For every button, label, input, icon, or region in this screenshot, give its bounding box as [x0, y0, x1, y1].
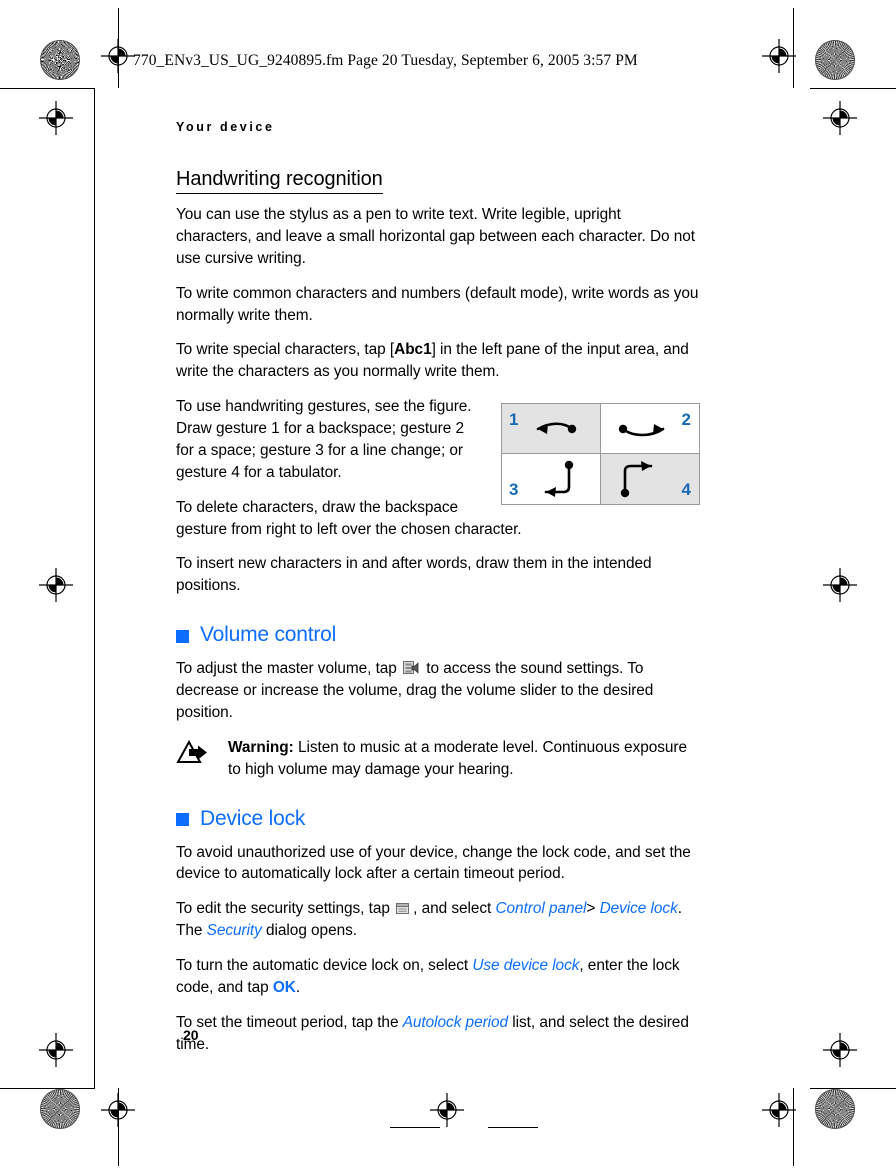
registration-mark-lower-right	[823, 1033, 857, 1067]
paragraph-timeout-period: To set the timeout period, tap the Autol…	[176, 1012, 700, 1056]
text-dialog-opens: dialog opens.	[266, 922, 357, 940]
ui-term-autolock-period[interactable]: Autolock period	[403, 1014, 508, 1031]
arrow-up-then-right-icon	[620, 461, 652, 498]
section-bullet-square-icon	[176, 629, 189, 643]
crop-line-bottom-center	[390, 1127, 440, 1128]
text-before-autolock: To set the timeout period, tap the	[176, 1013, 399, 1031]
paragraph-turn-lock-on: To turn the automatic device lock on, se…	[176, 955, 700, 999]
fm-file-header: 770_ENv3_US_UG_9240895.fm Page 20 Tuesda…	[133, 52, 638, 69]
control-panel-icon	[396, 903, 410, 915]
text-period-after-ok: .	[295, 978, 301, 996]
page-content: Your device Handwriting recognition You …	[176, 120, 700, 1056]
warning-body: Listen to music at a moderate level. Con…	[228, 738, 687, 778]
crop-line-left-bottom	[118, 1088, 119, 1166]
registration-mark-top-left	[101, 39, 135, 73]
text-before-control-panel-icon: To edit the security settings, tap	[176, 900, 390, 918]
rosette-target-top-left	[40, 40, 80, 80]
gesture-cell-1: 1	[501, 403, 602, 456]
warning-label: Warning:	[228, 738, 294, 756]
paragraph-special-characters: To write special characters, tap [Abc1] …	[176, 339, 700, 383]
gesture-cell-2: 2	[599, 403, 700, 456]
sound-settings-icon	[403, 661, 419, 675]
gesture-cell-4: 4	[599, 453, 700, 506]
paragraph-stylus-intro: You can use the stylus as a pen to write…	[176, 206, 695, 267]
rosette-target-bottom-left	[40, 1089, 80, 1129]
section-heading-volume-label: Volume control	[200, 623, 337, 647]
gesture-figure: 1 2 3 4	[501, 403, 700, 506]
ui-term-control-panel[interactable]: Control panel	[495, 900, 586, 917]
registration-mark-middle-right	[823, 568, 857, 602]
text-before-abc1: To write special characters, tap [	[176, 341, 395, 359]
section-bullet-square-icon-2	[176, 813, 189, 826]
paragraph-device-lock-intro: To avoid unauthorized use of your device…	[176, 843, 691, 883]
ui-term-device-lock[interactable]: Device lock	[600, 900, 678, 917]
paragraph-common-characters: To write common characters and numbers (…	[176, 284, 699, 324]
warning-note-text: Warning: Listen to music at a moderate l…	[228, 737, 700, 781]
crop-line-right-bottom	[793, 1088, 794, 1166]
registration-mark-lower-left	[39, 1033, 73, 1067]
registration-mark-bottom-left	[101, 1093, 135, 1127]
crop-line-bottom-right	[810, 1088, 896, 1089]
registration-mark-top-right	[762, 39, 796, 73]
running-header: Your device	[176, 120, 275, 134]
rosette-target-bottom-right	[815, 1089, 855, 1129]
crop-line-left	[118, 8, 119, 88]
ui-term-use-device-lock[interactable]: Use device lock	[472, 957, 579, 974]
section-heading-volume-control: Volume control	[176, 623, 700, 647]
text-volume-before-icon: To adjust the master volume, tap	[176, 660, 397, 678]
text-before-use-device-lock: To turn the automatic device lock on, se…	[176, 957, 469, 974]
ui-button-ok[interactable]: OK	[273, 979, 296, 996]
ui-term-security[interactable]: Security	[207, 922, 262, 939]
abc1-key-label: Abc1	[394, 341, 432, 359]
section-heading-device-lock: Device lock	[176, 807, 700, 831]
arrow-right-icon	[618, 424, 664, 437]
section-heading-device-lock-label: Device lock	[200, 806, 306, 830]
crop-line-top-right	[810, 88, 896, 89]
warning-note: Warning: Listen to music at a moderate l…	[176, 737, 700, 781]
registration-mark-upper-right	[823, 101, 857, 135]
rosette-target-top-right	[815, 40, 855, 80]
menu-separator: >	[586, 900, 596, 918]
crop-line-bottom-center-right	[488, 1127, 538, 1128]
registration-mark-upper-left	[39, 101, 73, 135]
registration-mark-middle-left	[39, 568, 73, 602]
paragraph-security-settings: To edit the security settings, tap , and…	[176, 898, 700, 942]
arrow-down-then-left-icon	[544, 460, 574, 498]
crop-line-right	[793, 8, 794, 88]
page-title: Handwriting recognition	[176, 168, 383, 194]
crop-line-bottom	[0, 1088, 95, 1089]
paragraph-insert-characters: To insert new characters in and after wo…	[176, 555, 652, 595]
crop-line-page-edge	[94, 88, 95, 1088]
page-number: 20	[183, 1027, 199, 1043]
registration-mark-bottom-right	[762, 1093, 796, 1127]
text-after-control-panel-icon: , and select	[413, 900, 492, 918]
crop-line-top	[0, 88, 95, 89]
registration-mark-bottom-center	[430, 1093, 464, 1127]
arrow-left-icon	[536, 422, 577, 435]
paragraph-volume-adjust: To adjust the master volume, tap to acce…	[176, 658, 700, 724]
gesture-cell-3: 3	[501, 453, 602, 506]
warning-triangle-icon	[176, 739, 207, 763]
